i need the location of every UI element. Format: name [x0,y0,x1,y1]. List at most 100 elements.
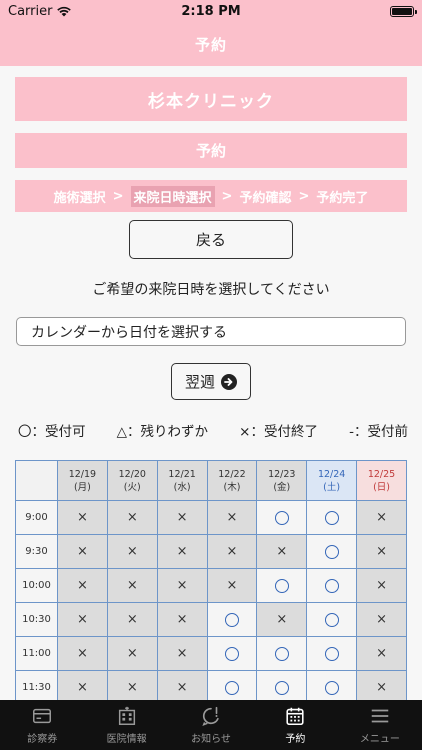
available-circle-icon [274,646,289,661]
status-time: 2:18 PM [181,3,241,19]
step-select-treatment: 施術選択 [53,190,106,206]
tab-bar: 診察券 医院情報 お知らせ 予約 メニュー [0,700,422,750]
available-circle-icon [324,612,339,627]
slot-available[interactable] [256,568,308,603]
time-slot-label: 9:00 [15,500,58,535]
slot-available[interactable] [306,534,358,569]
date-header: 12/23 (金) [256,460,308,501]
slot-available[interactable] [306,568,358,603]
slot-closed: × [356,568,407,603]
slot-closed: × [106,568,158,603]
slot-available[interactable] [256,500,308,535]
slot-closed: × [156,602,208,637]
weekday-label: (火) [123,481,141,493]
slot-closed: × [156,636,208,671]
next-week-button[interactable]: 翌週 [171,363,251,400]
back-button[interactable]: 戻る [129,220,293,259]
available-circle-icon [324,510,339,525]
schedule-corner-cell [15,460,58,501]
status-bar: Carrier 2:18 PM [0,0,422,22]
tab-menu[interactable]: メニュー [338,700,422,750]
legend-few: △：残りわずか [116,424,209,440]
time-slot-label: 10:30 [15,602,58,637]
tab-card[interactable]: 診察券 [0,700,84,750]
tab-label: お知らせ [191,734,231,745]
tab-reservation[interactable]: 予約 [253,700,337,750]
legend-available: 〇：受付可 [18,424,86,440]
tab-label: 診察券 [27,734,58,745]
nav-bar: 予約 [0,22,422,66]
available-circle-icon [324,578,339,593]
arrow-right-icon [221,373,237,390]
time-slot-label: 9:30 [15,534,58,569]
slot-closed: × [57,602,108,637]
step-separator: > [221,188,233,204]
weekday-label: (木) [223,481,241,493]
date-header: 12/20 (火) [106,460,158,501]
table-row: 11:00 × × × × [15,636,407,671]
date-header: 12/19 (月) [57,460,108,501]
slot-available[interactable] [306,602,358,637]
date-label: 12/19 [68,468,97,480]
slot-closed: × [106,534,158,569]
slot-available[interactable] [206,636,258,671]
date-label: 12/23 [268,468,296,480]
next-week-label: 翌週 [184,373,215,391]
tab-clinic-info[interactable]: 医院情報 [84,700,168,750]
date-header-saturday: 12/24 (土) [306,460,358,501]
table-row: 9:30 × × × × × × [15,534,407,569]
date-header: 12/22 (木) [206,460,258,501]
tab-label: 予約 [285,734,306,745]
date-label: 12/25 [367,468,396,480]
available-circle-icon [324,680,339,695]
available-circle-icon [274,680,289,695]
wifi-icon [57,6,72,17]
slot-closed: × [156,568,208,603]
slot-closed: × [57,568,108,603]
building-icon [118,706,135,725]
date-header: 12/21 (水) [156,460,208,501]
available-circle-icon [224,680,239,695]
calendar-date-input[interactable]: カレンダーから日付を選択する [16,317,406,346]
schedule-header-row: 12/19 (月) 12/20 (火) 12/21 (水) 12/22 (木) 12/2… [15,460,407,501]
availability-legend: 〇：受付可 △：残りわずか ×：受付終了 -：受付前 [18,420,408,440]
slot-closed: × [206,500,258,535]
slot-available[interactable] [306,636,358,671]
tab-label: 医院情報 [106,734,147,745]
slot-closed: × [356,534,407,569]
slot-closed: × [57,636,108,671]
back-button-label: 戻る [195,231,226,249]
date-header-sunday: 12/25 (日) [356,460,407,501]
step-separator: > [298,188,310,204]
status-right [274,5,417,17]
slot-closed: × [156,500,208,535]
weekday-label: (金) [273,481,291,493]
instruction-text: ご希望の来院日時を選択してください [92,282,330,298]
slot-closed: × [256,534,308,569]
tab-notifications[interactable]: お知らせ [169,700,253,750]
menu-icon [371,709,389,723]
card-icon [33,708,52,724]
slot-closed: × [356,636,407,671]
notification-icon [202,706,219,726]
schedule-table: 12/19 (月) 12/20 (火) 12/21 (水) 12/22 (木) 12/2… [15,460,407,705]
schedule-body: 9:00 × × × × × 9:30 × × × × × × 10:00 × × × × × 10:30 × × × × × 1… [15,500,407,705]
slot-closed: × [356,602,407,637]
legend-before: -：受付前 [349,424,408,440]
legend-closed: ×：受付終了 [239,424,318,440]
weekday-label: (日) [373,481,390,493]
slot-available[interactable] [206,602,258,637]
slot-available[interactable] [256,636,308,671]
date-label: 12/24 [317,468,346,480]
slot-closed: × [206,568,258,603]
step-confirm: 予約確認 [239,190,292,206]
available-circle-icon [274,510,289,525]
table-row: 10:30 × × × × × [15,602,407,637]
slot-available[interactable] [306,500,358,535]
available-circle-icon [224,612,239,627]
slot-closed: × [356,500,407,535]
slot-closed: × [106,500,158,535]
date-label: 12/20 [118,468,146,480]
clinic-name: 杉本クリニック [15,77,407,121]
weekday-label: (水) [173,481,191,493]
